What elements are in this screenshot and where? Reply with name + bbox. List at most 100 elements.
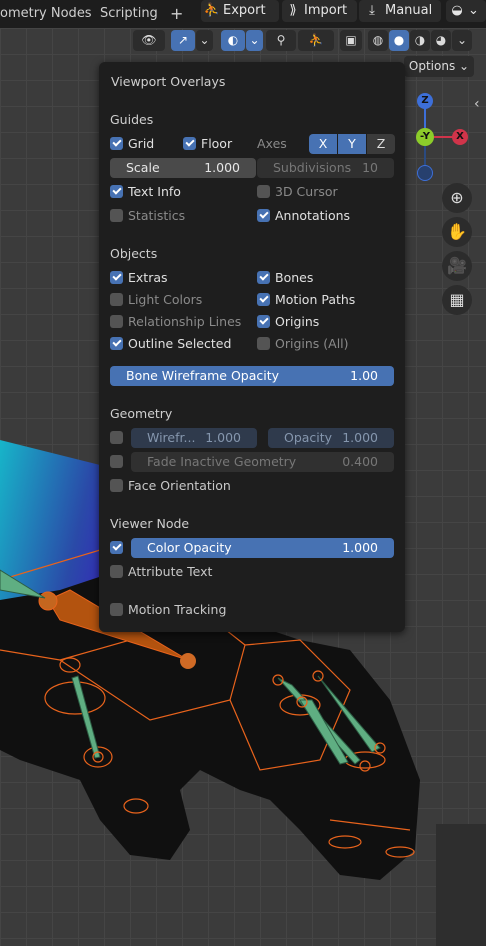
motion-paths-checkbox[interactable]: Motion Paths — [257, 290, 355, 308]
fade-inactive-checkbox[interactable] — [110, 452, 128, 470]
xray-toggle-button[interactable]: ▣ — [340, 30, 362, 51]
gizmo-dropdown-button[interactable]: ⌄ — [196, 30, 213, 51]
visibility-eye-button[interactable]: 👁 — [133, 30, 165, 51]
face-orientation-label: Face Orientation — [128, 477, 231, 493]
subdivisions-value: 10 — [362, 160, 378, 175]
checkbox-box — [110, 454, 123, 468]
pan-button[interactable]: ✋ — [442, 217, 472, 247]
extras-checkbox[interactable]: Extras — [110, 268, 168, 286]
statistics-checkbox[interactable]: Statistics — [110, 206, 185, 224]
scale-label: Scale — [126, 160, 160, 175]
checkbox-box — [257, 292, 270, 306]
add-workspace-button[interactable]: + — [170, 4, 183, 24]
grid-checkbox[interactable]: Grid — [110, 134, 154, 152]
blender-menu-button[interactable]: ◒ ⌄ — [446, 0, 486, 22]
viewer-node-heading: Viewer Node — [110, 516, 190, 531]
checkbox-box — [110, 292, 123, 306]
light-colors-label: Light Colors — [128, 291, 203, 307]
scale-field[interactable]: Scale 1.000 — [110, 158, 256, 178]
gizmo-neg-y-axis[interactable]: -Y — [416, 128, 434, 146]
floor-checkbox[interactable]: Floor — [183, 134, 232, 152]
bone-wireframe-opacity-value: 1.00 — [350, 368, 378, 383]
rendered-shading-button[interactable]: ◕ — [431, 30, 451, 51]
axis-z-toggle[interactable]: Z — [367, 134, 395, 154]
attribute-text-label: Attribute Text — [128, 563, 213, 579]
wireframe-opacity-label: Opacity — [284, 430, 333, 445]
wireframe-opacity-slider[interactable]: Opacity 1.000 — [268, 428, 394, 448]
gizmo-z-axis[interactable]: Z — [417, 93, 433, 109]
manual-button[interactable]: ⤓ Manual — [359, 0, 441, 22]
bones-checkbox[interactable]: Bones — [257, 268, 313, 286]
tab-geometry-nodes[interactable]: ometry Nodes — [0, 4, 92, 24]
perspective-toggle-button[interactable]: ▦ — [442, 285, 472, 315]
checkbox-box — [110, 184, 123, 198]
bone-overlays-button[interactable]: ⚲ — [266, 30, 296, 51]
zoom-button[interactable]: ⊕ — [442, 183, 472, 213]
origins-label: Origins — [275, 313, 320, 329]
origins-checkbox[interactable]: Origins — [257, 312, 319, 330]
gizmo-toggle-button[interactable]: ↗ — [171, 30, 195, 51]
grid-icon: ▦ — [449, 290, 465, 309]
camera-view-button[interactable]: 🎥 — [442, 251, 472, 281]
wireframe-checkbox[interactable] — [110, 428, 128, 446]
camera-icon: 🎥 — [447, 256, 467, 275]
fade-inactive-geometry-slider[interactable]: Fade Inactive Geometry 0.400 — [131, 452, 394, 472]
subdivisions-label: Subdivisions — [273, 160, 352, 175]
checkbox-box — [110, 270, 123, 284]
import-label: Import — [304, 3, 348, 18]
annotations-checkbox[interactable]: Annotations — [257, 206, 350, 224]
solid-shading-button[interactable]: ● — [389, 30, 409, 51]
chevron-down-icon: ⌄ — [456, 33, 468, 47]
checkbox-box — [257, 184, 270, 198]
viewer-color-checkbox[interactable] — [110, 538, 128, 556]
extras-label: Extras — [128, 269, 168, 285]
origins-all-checkbox[interactable]: Origins (All) — [257, 334, 349, 352]
checkbox-box — [110, 602, 123, 616]
export-button[interactable]: ⛹ Export — [201, 0, 279, 22]
axes-label: Axes — [257, 136, 287, 151]
color-opacity-label: Color Opacity — [147, 540, 232, 555]
overlays-toggle-button[interactable]: ◐ — [221, 30, 245, 51]
fade-inactive-label: Fade Inactive Geometry — [147, 454, 297, 469]
checkbox-box — [257, 270, 270, 284]
wireframe-threshold-slider[interactable]: Wirefr... 1.000 — [131, 428, 257, 448]
export-label: Export — [223, 3, 266, 18]
overlays-icon: ◐ — [227, 33, 239, 47]
text-info-checkbox[interactable]: Text Info — [110, 182, 181, 200]
checkbox-box — [257, 208, 270, 222]
bone-wireframe-opacity-slider[interactable]: Bone Wireframe Opacity 1.00 — [110, 366, 394, 386]
grid-label: Grid — [128, 135, 155, 151]
overlays-dropdown-button[interactable]: ⌄ — [246, 30, 263, 51]
guides-heading: Guides — [110, 112, 154, 127]
checkbox-box — [110, 136, 123, 150]
face-orientation-checkbox[interactable]: Face Orientation — [110, 476, 231, 494]
axis-x-toggle[interactable]: X — [309, 134, 337, 154]
3d-cursor-checkbox[interactable]: 3D Cursor — [257, 182, 338, 200]
relationship-lines-checkbox[interactable]: Relationship Lines — [110, 312, 241, 330]
light-colors-checkbox[interactable]: Light Colors — [110, 290, 202, 308]
options-button[interactable]: Options ⌄ — [404, 56, 474, 77]
import-button[interactable]: ⟫ Import — [282, 0, 357, 22]
armature-overlays-button[interactable]: ⛹ — [298, 30, 334, 51]
gizmo-x-axis[interactable]: X — [452, 129, 468, 145]
motion-tracking-checkbox[interactable]: Motion Tracking — [110, 600, 226, 618]
wireframe-sphere-icon: ◍ — [372, 33, 384, 47]
tab-scripting[interactable]: Scripting — [100, 4, 158, 24]
popover-title: Viewport Overlays — [111, 74, 226, 89]
gizmo-neg-z-axis[interactable] — [417, 165, 433, 181]
material-sphere-icon: ◑ — [414, 33, 426, 47]
checkbox-box — [110, 430, 123, 444]
solid-sphere-icon: ● — [393, 33, 405, 47]
chevron-down-icon: ⌄ — [249, 33, 260, 47]
axis-y-toggle[interactable]: Y — [338, 134, 366, 154]
color-opacity-slider[interactable]: Color Opacity 1.000 — [131, 538, 394, 558]
subdivisions-field[interactable]: Subdivisions 10 — [257, 158, 394, 178]
xray-icon: ▣ — [345, 33, 357, 47]
wireframe-shading-button[interactable]: ◍ — [368, 30, 388, 51]
3d-cursor-label: 3D Cursor — [275, 183, 338, 199]
shading-dropdown-button[interactable]: ⌄ — [452, 30, 472, 51]
outline-selected-checkbox[interactable]: Outline Selected — [110, 334, 231, 352]
attribute-text-checkbox[interactable]: Attribute Text — [110, 562, 212, 580]
material-shading-button[interactable]: ◑ — [410, 30, 430, 51]
motion-tracking-label: Motion Tracking — [128, 601, 227, 617]
